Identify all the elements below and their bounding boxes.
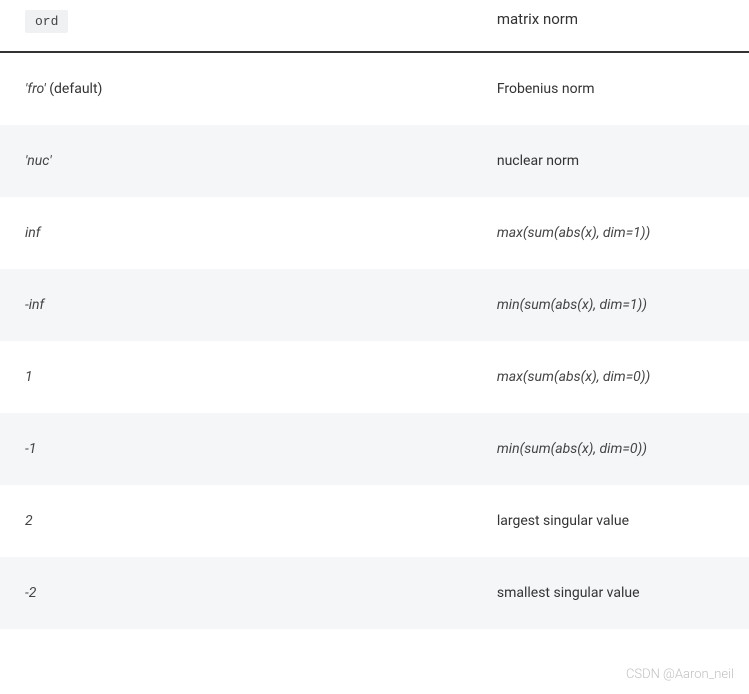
table-row: 1 max(sum(abs(x), dim=0)) xyxy=(0,341,749,413)
cell-ord-value: -1 xyxy=(0,413,472,485)
table-header-row: ord matrix norm xyxy=(0,0,749,53)
header-norm-label: matrix norm xyxy=(497,10,578,28)
csdn-watermark: CSDN @Aaron_neil xyxy=(626,667,734,682)
table-row: -2 smallest singular value xyxy=(0,557,749,629)
cell-ord-value: 1 xyxy=(0,341,472,413)
table-row: 2 largest singular value xyxy=(0,485,749,557)
cell-norm-value: nuclear norm xyxy=(472,125,749,197)
table-row: inf max(sum(abs(x), dim=1)) xyxy=(0,197,749,269)
cell-norm-value: min(sum(abs(x), dim=1)) xyxy=(472,269,749,341)
table-row: 'fro' (default) Frobenius norm xyxy=(0,53,749,125)
norm-table: ord matrix norm 'fro' (default) Frobeniu… xyxy=(0,0,749,629)
cell-ord-value: 'fro' (default) xyxy=(0,53,472,125)
cell-ord-value: 'nuc' xyxy=(0,125,472,197)
cell-norm-value: Frobenius norm xyxy=(472,53,749,125)
cell-norm-value: largest singular value xyxy=(472,485,749,557)
header-cell-norm: matrix norm xyxy=(472,0,749,51)
cell-norm-value: smallest singular value xyxy=(472,557,749,629)
cell-norm-value: min(sum(abs(x), dim=0)) xyxy=(472,413,749,485)
ord-code-label: ord xyxy=(25,10,68,33)
cell-ord-value: -2 xyxy=(0,557,472,629)
cell-ord-value: -inf xyxy=(0,269,472,341)
table-row: -1 min(sum(abs(x), dim=0)) xyxy=(0,413,749,485)
table-row: -inf min(sum(abs(x), dim=1)) xyxy=(0,269,749,341)
cell-ord-value: inf xyxy=(0,197,472,269)
cell-norm-value: max(sum(abs(x), dim=0)) xyxy=(472,341,749,413)
header-cell-ord: ord xyxy=(0,0,472,51)
cell-ord-value: 2 xyxy=(0,485,472,557)
table-row: 'nuc' nuclear norm xyxy=(0,125,749,197)
cell-norm-value: max(sum(abs(x), dim=1)) xyxy=(472,197,749,269)
